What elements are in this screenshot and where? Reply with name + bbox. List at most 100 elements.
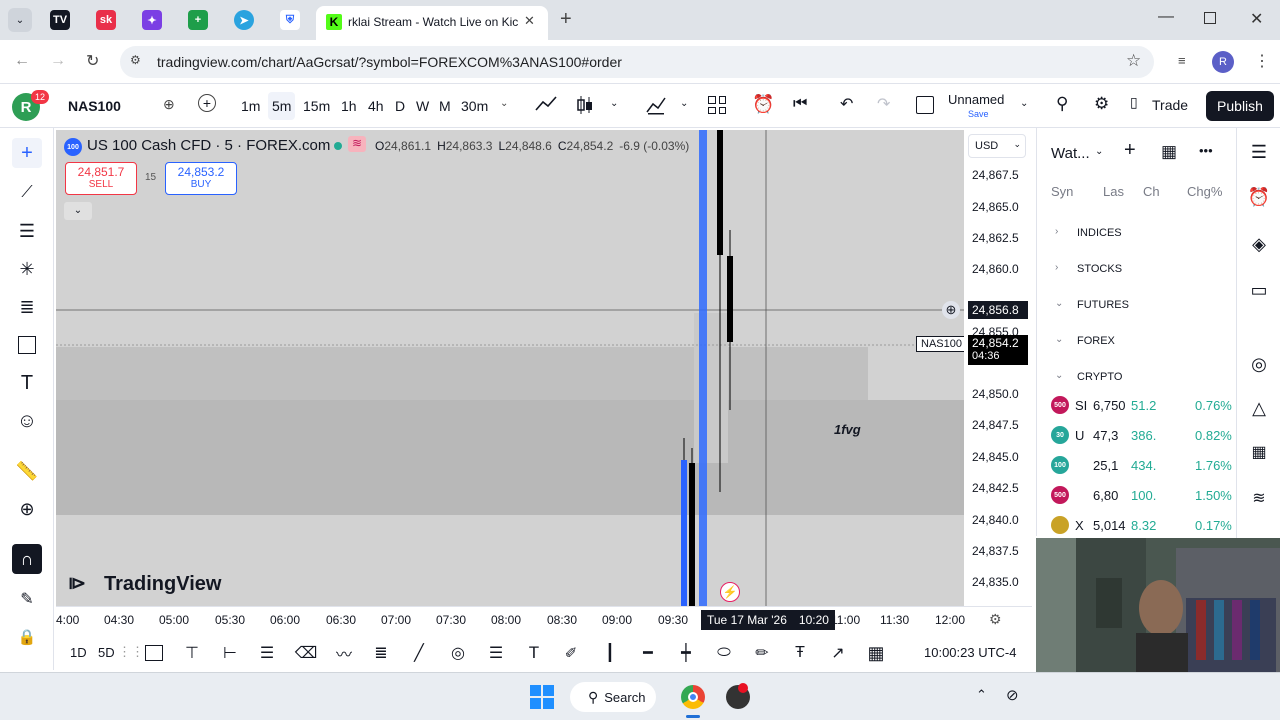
symbol-info-icon[interactable]: ⊕ xyxy=(163,96,175,113)
chrome-icon[interactable] xyxy=(681,685,705,709)
shapes-icon[interactable] xyxy=(12,330,42,360)
interval-1h[interactable]: 1h xyxy=(341,98,357,114)
column-change[interactable]: Ch xyxy=(1143,184,1160,199)
watchlist-row[interactable]: 30 U 47,3 386. 0.82% xyxy=(1037,421,1237,451)
undo-icon[interactable]: ↶ xyxy=(840,94,853,114)
layout-name[interactable]: Unnamed xyxy=(948,92,1004,107)
active-tab[interactable]: K rklai Stream - Watch Live on Kic ✕ xyxy=(316,6,548,40)
fib-retracement-icon[interactable]: ☰ xyxy=(12,216,42,246)
pattern-icon[interactable]: ✳ xyxy=(12,254,42,284)
reload-icon[interactable]: ↻ xyxy=(86,51,99,71)
section-forex[interactable]: ⌄ FOREX xyxy=(1037,332,1237,362)
line-chart-icon[interactable] xyxy=(534,94,558,114)
column-change-percent[interactable]: Chg% xyxy=(1187,184,1222,199)
watchlist-row[interactable]: 100 25,1 434. 1.76% xyxy=(1037,451,1237,481)
profile-avatar[interactable]: R xyxy=(1212,51,1234,73)
watchlist-more-icon[interactable]: ••• xyxy=(1199,143,1213,158)
trade-button[interactable]: Trade xyxy=(1152,97,1188,113)
alert-clock-icon[interactable]: ⏰ xyxy=(752,94,774,115)
interval-4h[interactable]: 4h xyxy=(368,98,384,114)
vertical-range-icon[interactable]: ⊤ xyxy=(180,642,204,664)
chart-pane[interactable]: 100 US 100 Cash CFD · 5 · FOREX.com ≋ O2… xyxy=(56,130,964,606)
forecast-icon[interactable]: ≣ xyxy=(12,292,42,322)
lock-drawings-icon[interactable]: 🔒 xyxy=(12,622,42,652)
line-tool-icon[interactable]: ╱ xyxy=(407,642,431,664)
colorful-app-tab-icon[interactable]: ✦ xyxy=(142,10,162,30)
calendar-icon[interactable]: ▦ xyxy=(1245,438,1273,466)
brush-icon[interactable]: ✐ xyxy=(559,642,583,664)
back-icon[interactable]: ← xyxy=(14,52,30,70)
buy-button[interactable]: 24,853.2 BUY xyxy=(165,162,237,195)
advanced-view-icon[interactable]: ▦ xyxy=(1161,142,1177,162)
crosshair-plus-icon[interactable]: ⊕ xyxy=(942,301,960,319)
interval-M[interactable]: M xyxy=(439,98,451,114)
candles-chart-icon[interactable] xyxy=(574,94,596,116)
network-off-icon[interactable]: ⊘ xyxy=(1006,686,1019,704)
range-5d-button[interactable]: 5D xyxy=(98,645,115,660)
ideas-target-icon[interactable]: ◎ xyxy=(1245,350,1273,378)
parallel-channel-icon[interactable]: ≣ xyxy=(369,642,393,664)
lightning-icon[interactable]: ⚡ xyxy=(720,582,740,602)
watchlist-row[interactable]: X 5,014 8.32 0.17% xyxy=(1037,511,1237,541)
horizontal-range-icon[interactable]: ⊢ xyxy=(218,642,242,664)
ruler-icon[interactable]: 📏 xyxy=(12,456,42,486)
arrow-tool-icon[interactable]: ↗ xyxy=(826,642,850,664)
close-tab-icon[interactable]: ✕ xyxy=(524,13,535,29)
watchlist-row[interactable]: 500 SI 6,750 51.2 0.76% xyxy=(1037,391,1237,421)
url-field[interactable]: ⚙ tradingview.com/chart/AaGcrsat/?symbol… xyxy=(120,46,1154,78)
redo-icon[interactable]: ↷ xyxy=(877,94,890,114)
time-scale[interactable]: 4:00 04:30 05:00 05:30 06:00 06:30 07:00… xyxy=(56,606,1032,632)
restore-icon[interactable] xyxy=(1204,12,1216,24)
forward-icon[interactable]: → xyxy=(50,52,66,70)
new-tab-icon[interactable]: + xyxy=(560,8,572,31)
fvg-annotation[interactable]: 1fvg xyxy=(834,422,861,437)
section-indices[interactable]: › INDICES xyxy=(1037,224,1237,254)
minimize-icon[interactable]: — xyxy=(1158,8,1174,26)
emoji-icon[interactable]: ☺ xyxy=(12,406,42,436)
range-1d-button[interactable]: 1D xyxy=(70,645,87,660)
chat-icon[interactable]: ▭ xyxy=(1245,276,1273,304)
price-scale[interactable]: USD ⌄ 24,867.5 24,865.0 24,862.5 24,860.0… xyxy=(964,130,1032,606)
camera-snapshot-icon[interactable]: ▯ xyxy=(1130,94,1138,111)
symbol-title[interactable]: US 100 Cash CFD · 5 · FOREX.com xyxy=(87,137,330,154)
interval-dropdown-icon[interactable]: ⌄ xyxy=(500,98,508,109)
text-t-icon[interactable]: T xyxy=(522,642,546,664)
browser-menu-icon[interactable]: ⋮ xyxy=(1254,51,1270,71)
watchlist-title[interactable]: Wat... xyxy=(1051,145,1090,162)
circle-tool-icon[interactable]: ◎ xyxy=(446,642,470,664)
drag-handle-icon[interactable]: ⋮⋮ xyxy=(118,644,144,660)
text-note-icon[interactable]: Ŧ xyxy=(788,642,812,664)
windows-start-icon[interactable] xyxy=(530,685,554,709)
interval-W[interactable]: W xyxy=(416,98,429,114)
symbol-search[interactable]: NAS100 xyxy=(68,98,121,114)
interval-5m[interactable]: 5m xyxy=(268,92,296,120)
keep-drawing-icon[interactable]: ✎ xyxy=(12,584,42,614)
column-symbol[interactable]: Syn xyxy=(1051,184,1073,199)
zigzag-icon[interactable]: 〰 xyxy=(332,642,356,664)
layouts-grid-icon[interactable] xyxy=(708,96,726,114)
recording-app-icon[interactable] xyxy=(726,683,750,709)
pencil-icon[interactable]: ✏ xyxy=(750,642,774,664)
crosshair-icon[interactable]: + xyxy=(12,138,42,168)
compare-add-icon[interactable]: + xyxy=(198,94,216,112)
site-info-icon[interactable]: ⚙ xyxy=(130,53,141,67)
horizontal-line-icon[interactable]: ━ xyxy=(636,642,660,664)
eraser-icon[interactable]: ⌫ xyxy=(294,642,318,664)
text-tool-icon[interactable]: T xyxy=(12,368,42,398)
path-shape-icon[interactable]: ⬭ xyxy=(712,642,736,664)
chart-type-dropdown-icon[interactable]: ⌄ xyxy=(610,98,618,109)
magnet-icon[interactable]: ∩ xyxy=(12,544,42,574)
fib-channel-icon[interactable]: ☰ xyxy=(255,642,279,664)
fullscreen-square-icon[interactable] xyxy=(916,96,934,114)
pine-triangle-icon[interactable]: △ xyxy=(1245,394,1273,422)
cross-line-icon[interactable]: ┿ xyxy=(674,642,698,664)
replay-icon[interactable]: ⏮ xyxy=(793,95,807,113)
media-controls-icon[interactable]: ≡ xyxy=(1178,53,1186,68)
zoom-icon[interactable]: ⊕ xyxy=(12,494,42,524)
indicators-icon[interactable] xyxy=(645,94,667,116)
publish-button[interactable]: Publish xyxy=(1206,91,1274,121)
taskbar-search[interactable]: ⚲ Search xyxy=(570,682,656,712)
alerts-clock-icon[interactable]: ⏰ xyxy=(1245,183,1273,211)
legend-collapse-icon[interactable]: ⌄ xyxy=(64,202,92,220)
trend-line-icon[interactable]: ⟋ xyxy=(12,178,42,208)
